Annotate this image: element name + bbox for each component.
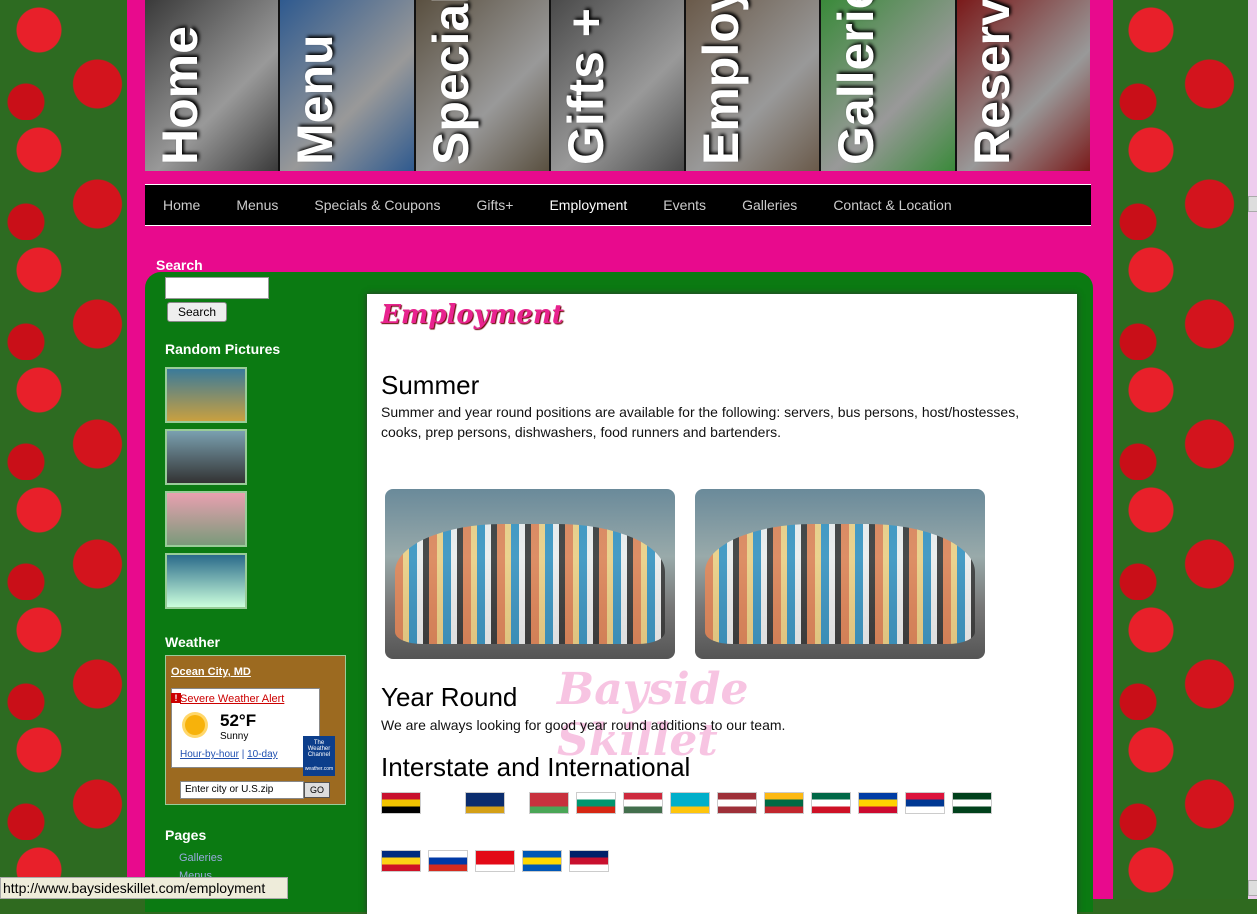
interstate-heading: Interstate and International: [381, 752, 691, 782]
moldova-flag: [858, 792, 898, 814]
latvia-flag: [717, 792, 757, 814]
lithuania-flag: [764, 792, 804, 814]
page-wrapper: Home Menu Specials Gifts + Employment Galleri…: [127, 0, 1113, 914]
random-picture-thumb[interactable]: [165, 367, 247, 423]
random-picture-thumb[interactable]: [165, 553, 247, 609]
search-heading: Search: [156, 257, 203, 273]
nav-item-galleries[interactable]: Galleries: [724, 197, 815, 213]
banner-tile-label: Gifts +: [557, 8, 614, 165]
ukraine-flag: [522, 850, 562, 872]
staff-group-image: [705, 524, 975, 644]
random-picture-thumb[interactable]: [165, 491, 247, 547]
main-nav: Home Menus Specials & Coupons Gifts+ Employm…: [145, 184, 1091, 226]
search-input[interactable]: [165, 277, 269, 299]
maryland-flag: [381, 792, 421, 814]
weather-channel-logo[interactable]: The Weather Channel weather.com: [303, 736, 335, 776]
hungary-flag: [623, 792, 663, 814]
banner-tile-label: Home: [152, 26, 208, 165]
nav-item-home[interactable]: Home: [145, 197, 218, 213]
flags-row: [381, 850, 616, 872]
nav-item-employment[interactable]: Employment: [531, 197, 645, 213]
russia-flag: [428, 850, 468, 872]
weather-alert-link[interactable]: Severe Weather Alert: [180, 693, 284, 705]
strawberry-background-right: [1112, 0, 1257, 899]
scroll-down-arrow-icon[interactable]: [1248, 880, 1257, 896]
weather-temperature: 52°F: [220, 711, 257, 730]
page-title: Employment: [381, 300, 564, 330]
kazakhstan-flag: [670, 792, 710, 814]
banner-tile-specials[interactable]: Specials: [415, 0, 549, 171]
nav-item-events[interactable]: Events: [645, 197, 724, 213]
banner-tile-home[interactable]: Home: [145, 0, 279, 171]
weather-location-input[interactable]: Enter city or U.S.zip: [180, 781, 304, 799]
banner-tile-label: Reservations: [963, 0, 1020, 165]
nepal-flag: [905, 792, 945, 814]
nav-item-menus[interactable]: Menus: [218, 197, 296, 213]
banner: Home Menu Specials Gifts + Employment Galleri…: [145, 0, 1090, 171]
status-bar-url: http://www.baysideskillet.com/employment: [0, 877, 288, 899]
romania-flag: [381, 850, 421, 872]
weather-card: ! Severe Weather Alert 52°F Sunny Hour-b…: [171, 688, 320, 768]
weather-heading: Weather: [165, 634, 220, 650]
strawberry-background-left: [0, 0, 130, 899]
weather-go-button[interactable]: GO: [304, 782, 330, 798]
banner-tile-label: Employment: [693, 0, 750, 165]
ten-day-link[interactable]: 10-day: [247, 749, 278, 760]
pages-heading: Pages: [165, 827, 207, 843]
weather-channel-url: weather.com: [304, 766, 334, 772]
weather-city-link[interactable]: Ocean City, MD: [171, 666, 251, 678]
pakistan-flag: [952, 792, 992, 814]
banner-tile-galleries[interactable]: Galleries: [821, 0, 955, 171]
weather-condition: Sunny: [220, 731, 249, 742]
random-picture-thumb[interactable]: [165, 429, 247, 485]
year-round-text: We are always looking for good year roun…: [381, 717, 786, 733]
nav-item-contact-location[interactable]: Contact & Location: [815, 197, 969, 213]
nav-item-specials-coupons[interactable]: Specials & Coupons: [296, 197, 458, 213]
sun-icon: [185, 715, 205, 735]
staff-group-image: [395, 524, 665, 644]
vertical-scrollbar[interactable]: [1248, 0, 1257, 899]
hour-by-hour-link[interactable]: Hour-by-hour: [180, 749, 239, 760]
summer-text: Summer and year round positions are avai…: [381, 404, 1020, 440]
nav-item-gifts[interactable]: Gifts+: [458, 197, 531, 213]
banner-tile-menu[interactable]: Menu: [280, 0, 414, 171]
summer-staff-photo-1: [385, 489, 675, 659]
flags-row: [381, 792, 999, 814]
pennsylvania-flag: [465, 792, 505, 814]
summer-staff-photo-2: [695, 489, 985, 659]
search-button[interactable]: Search: [167, 302, 227, 322]
scroll-up-arrow-icon[interactable]: [1248, 196, 1257, 212]
turkey-flag: [475, 850, 515, 872]
year-round-heading: Year Round: [381, 682, 518, 712]
content-panel: Employment Summer Summer and year round …: [367, 294, 1077, 914]
belarus-flag: [529, 792, 569, 814]
banner-tile-gifts[interactable]: Gifts +: [550, 0, 685, 171]
bulgaria-flag: [576, 792, 616, 814]
summer-heading: Summer: [381, 370, 480, 400]
banner-tile-label: Menu: [287, 34, 344, 165]
banner-tile-reservations[interactable]: Reservations: [956, 0, 1090, 171]
banner-tile-label: Galleries: [828, 0, 885, 165]
page-link-galleries[interactable]: Galleries: [179, 852, 222, 864]
mexico-flag: [811, 792, 851, 814]
weather-links: Hour-by-hour | 10-day: [180, 749, 278, 760]
random-pictures-heading: Random Pictures: [165, 341, 281, 357]
banner-tile-label: Specials: [422, 0, 479, 165]
banner-tile-employment[interactable]: Employment: [686, 0, 820, 171]
main-area: Search Random Pictures Weather Ocean Cit…: [145, 272, 1093, 914]
uk-flag: [569, 850, 609, 872]
weather-channel-logo-text: The Weather Channel: [307, 740, 331, 758]
weather-widget: Ocean City, MD ! Severe Weather Alert 52…: [165, 655, 346, 805]
